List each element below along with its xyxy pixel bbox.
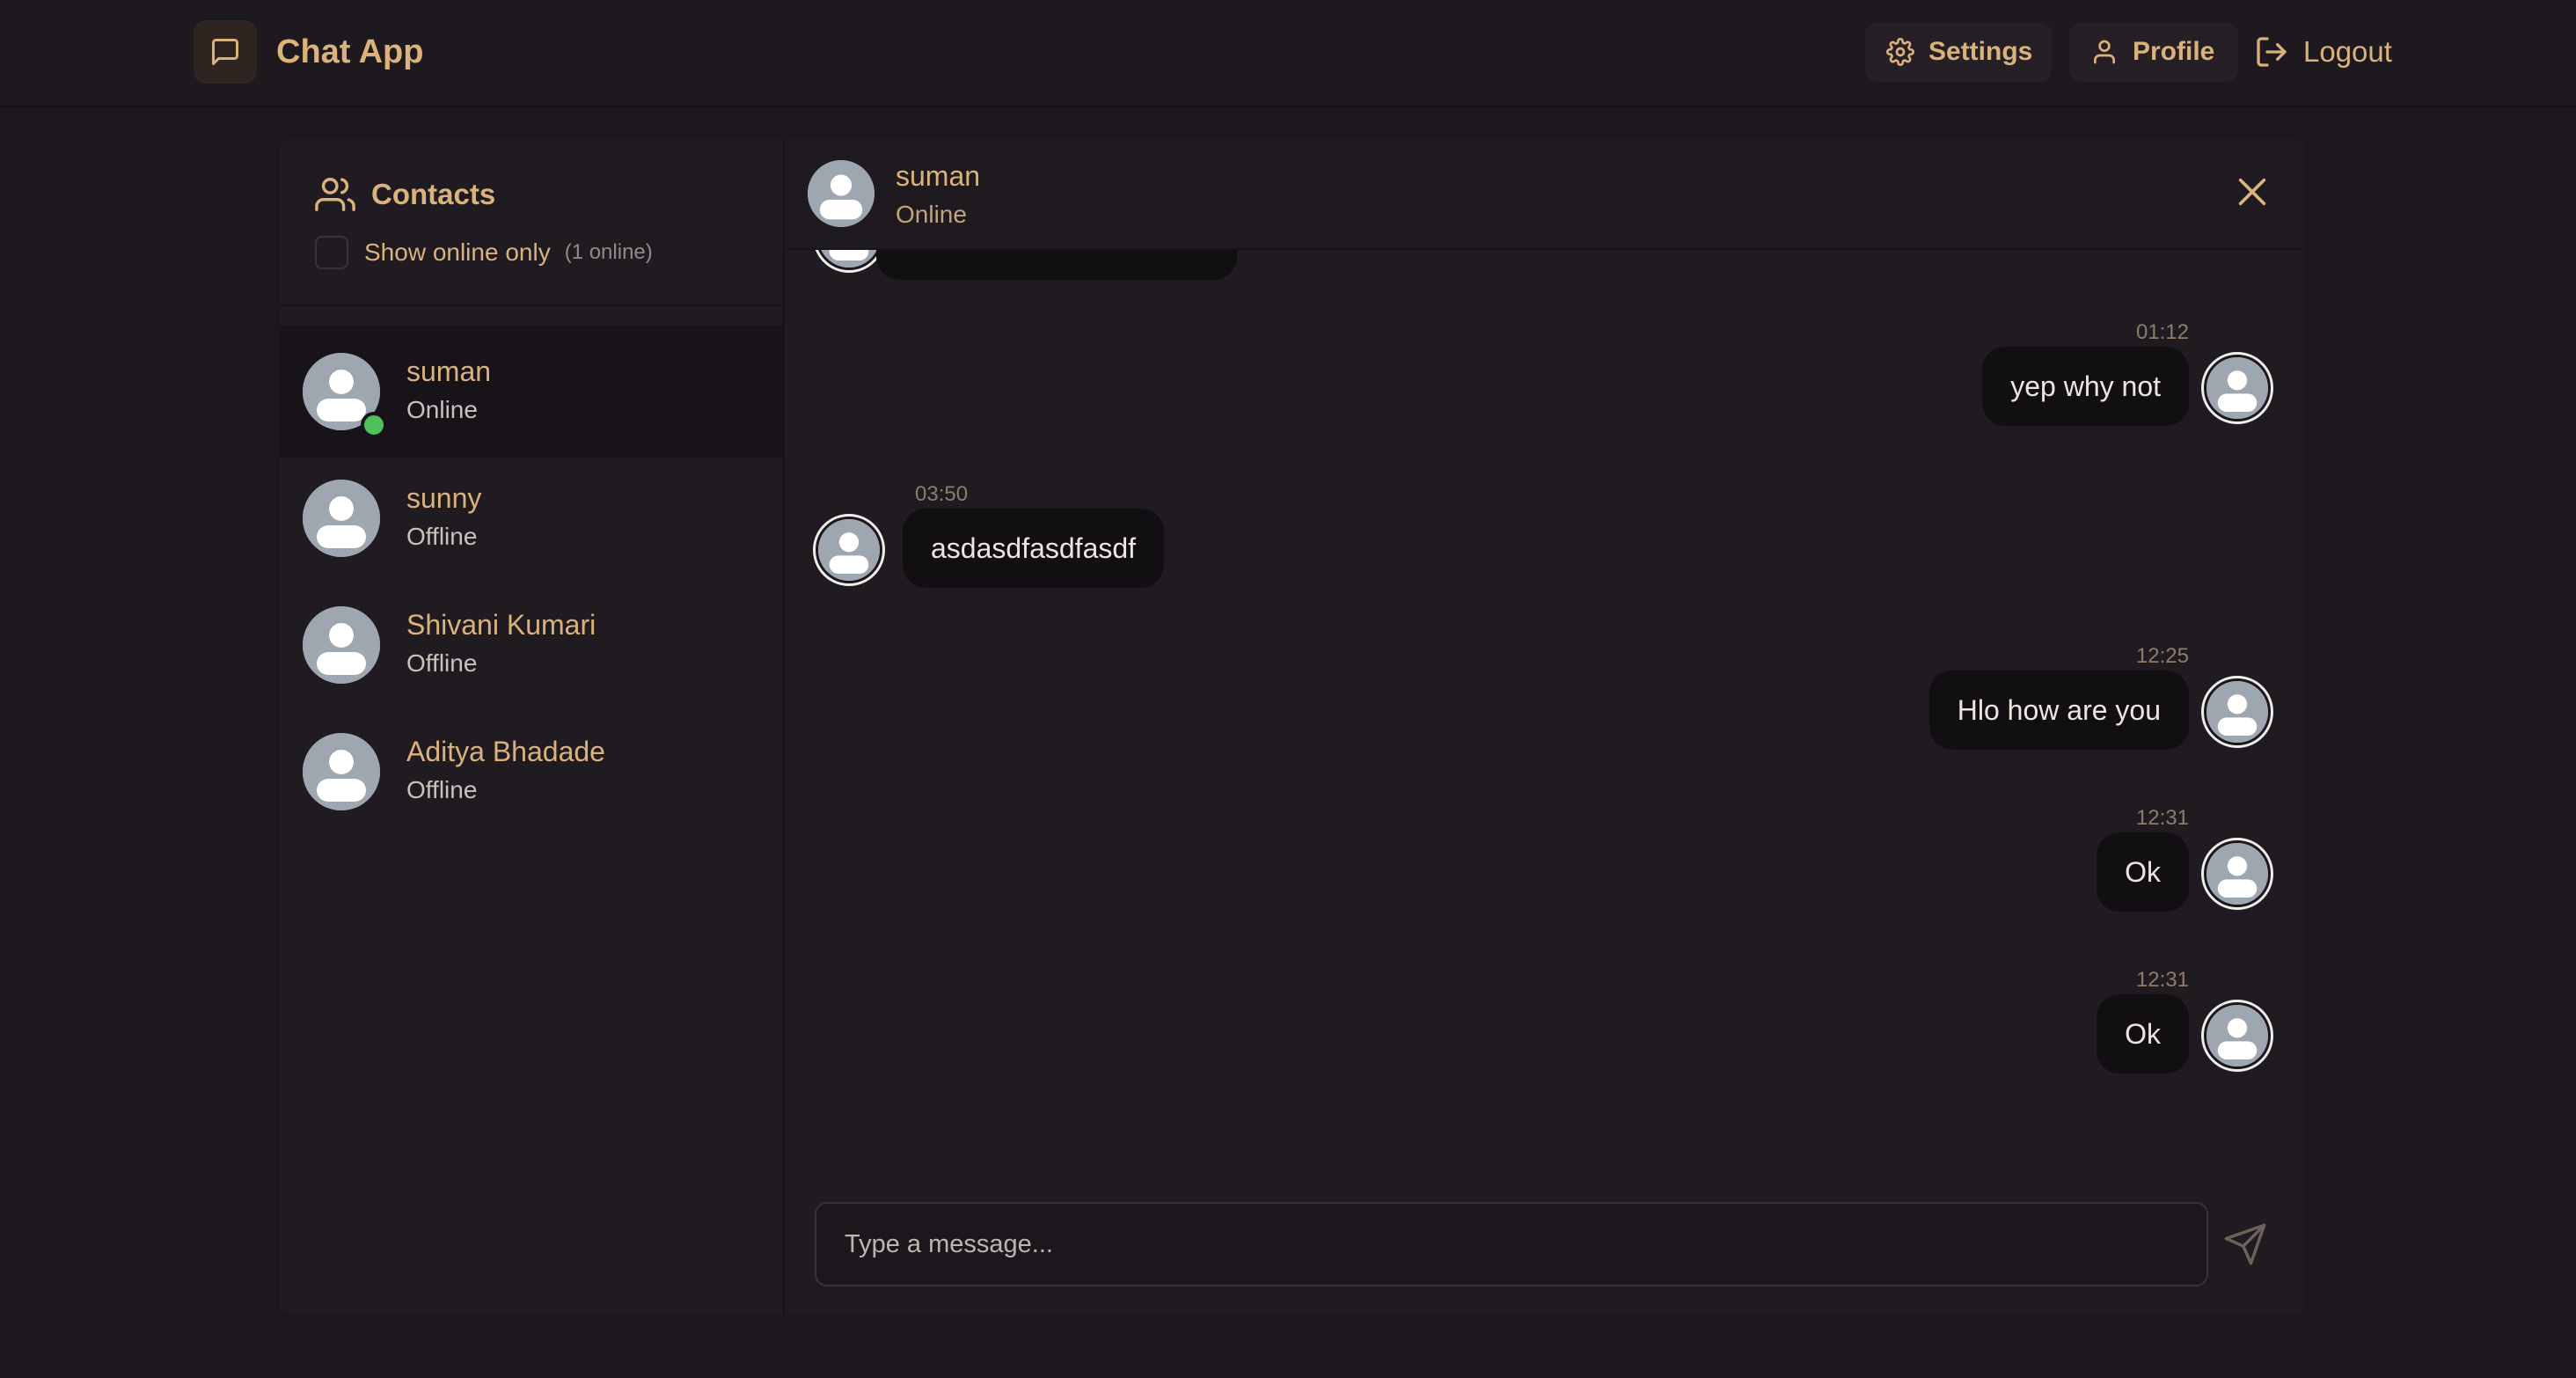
online-filter-label: Show online only: [364, 238, 551, 266]
settings-label: Settings: [1928, 37, 2033, 66]
message-input[interactable]: [815, 1202, 2208, 1286]
online-filter[interactable]: Show online only (1 online): [315, 236, 653, 269]
contact-name: Shivani Kumari: [406, 609, 596, 641]
message-time: 12:31: [2135, 806, 2189, 830]
contacts-title: Contacts: [315, 174, 495, 215]
message-bubble-partial: [876, 250, 1237, 280]
contact-item-shivani-kumari[interactable]: Shivani Kumari Offline: [280, 579, 785, 711]
contacts-header: Contacts Show online only (1 online): [280, 139, 785, 306]
contacts-title-label: Contacts: [371, 178, 496, 210]
avatar: [303, 606, 380, 684]
avatar: [303, 480, 380, 557]
brand[interactable]: Chat App: [194, 20, 423, 84]
contact-item-aditya-bhadade[interactable]: Aditya Bhadade Offline: [280, 706, 785, 838]
logout-icon: [2257, 37, 2287, 67]
message-avatar: [2201, 676, 2273, 748]
contact-item-suman[interactable]: suman Online: [280, 326, 785, 458]
message-avatar: [2201, 838, 2273, 910]
profile-label: Profile: [2133, 37, 2215, 66]
user-icon: [2094, 40, 2115, 64]
logout-label: Logout: [2303, 35, 2392, 68]
chat-contact-status: Online: [896, 201, 967, 228]
profile-button[interactable]: Profile: [2069, 22, 2238, 82]
message-composer: [787, 1202, 2305, 1315]
message-bubble: Hlo how are you: [1928, 671, 2189, 750]
message-avatar: [2201, 1000, 2273, 1072]
chat-contact-name: suman: [896, 160, 981, 192]
settings-button[interactable]: Settings: [1865, 22, 2052, 82]
contact-status: Offline: [406, 649, 478, 677]
message-bubble: Ok: [2097, 994, 2189, 1074]
gear-icon: [1886, 38, 1914, 66]
close-icon[interactable]: [2235, 174, 2270, 209]
contacts-sidebar: Contacts Show online only (1 online) sum…: [280, 139, 785, 1315]
online-count: (1 online): [564, 240, 653, 264]
chat-container: Contacts Show online only (1 online) sum…: [280, 139, 2305, 1315]
message-time: 12:25: [2135, 644, 2189, 668]
chat-panel: suman Online 01:12 yep why not 03:50 asd…: [787, 139, 2305, 1315]
avatar: [303, 733, 380, 810]
contact-status: Online: [406, 396, 478, 423]
chat-header: suman Online: [787, 139, 2305, 250]
logout-button[interactable]: Logout: [2249, 22, 2404, 82]
message-avatar: [813, 514, 885, 586]
online-only-checkbox[interactable]: [315, 236, 348, 269]
contact-status: Offline: [406, 776, 478, 803]
contact-name: Aditya Bhadade: [406, 736, 605, 767]
send-icon[interactable]: [2222, 1221, 2268, 1267]
app-title: Chat App: [276, 33, 424, 70]
contact-name: sunny: [406, 482, 482, 514]
top-navbar: Chat App Settings Profile Logout: [0, 0, 2576, 107]
users-icon: [315, 178, 355, 211]
online-indicator: [361, 412, 387, 438]
message-bubble: asdasdfasdfasdf: [903, 509, 1165, 588]
avatar: [808, 160, 875, 227]
message-time: 12:31: [2135, 968, 2189, 992]
message-time: 03:50: [915, 482, 969, 506]
message-bubble: yep why not: [1982, 347, 2189, 426]
chat-bubble-icon: [194, 20, 257, 84]
message-avatar: [813, 250, 885, 273]
message-time: 01:12: [2135, 320, 2189, 344]
contact-item-sunny[interactable]: sunny Offline: [280, 452, 785, 584]
message-avatar: [2201, 352, 2273, 424]
contact-status: Offline: [406, 523, 478, 550]
message-list[interactable]: 01:12 yep why not 03:50 asdasdfasdfasdf 12:2…: [787, 250, 2305, 1253]
contact-name: suman: [406, 355, 492, 387]
message-bubble: Ok: [2097, 832, 2189, 912]
